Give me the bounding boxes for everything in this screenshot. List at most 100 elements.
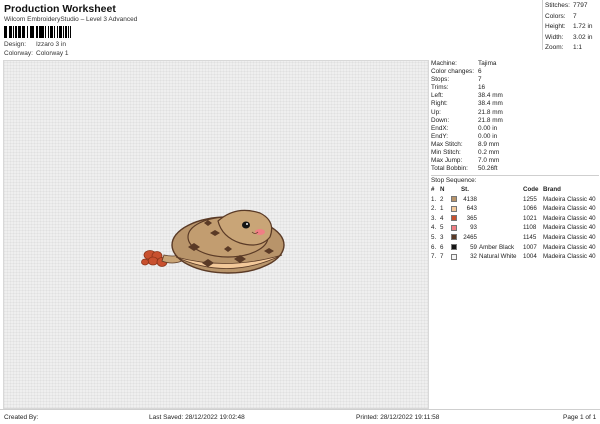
table-row: 4. 5 93 1108 Madeira Classic 40 [431, 223, 599, 233]
design-preview [3, 60, 429, 409]
stat-value: 7797 [573, 2, 588, 9]
col-num: # [431, 186, 435, 194]
info-label: Up: [431, 108, 441, 116]
cell-brand: Madeira Classic 40 [543, 214, 596, 222]
design-value: Izzaro 3 in [36, 41, 66, 48]
info-label: Min Stitch: [431, 149, 461, 157]
stat-label: Width: [545, 33, 564, 41]
cell-code: 1108 [523, 224, 537, 232]
cell-code: 1007 [523, 243, 537, 251]
stop-sequence-table: # N St. Code Brand 1. 2 4138 1255 Madeira Cl… [431, 185, 599, 261]
col-brand: Brand [543, 186, 561, 194]
cell-name: Natural White [479, 253, 517, 261]
cell-stitches: 4138 [463, 195, 477, 203]
info-value: 8.9 mm [478, 140, 500, 148]
cell-swatch [451, 242, 461, 252]
page-title: Production Worksheet [4, 3, 116, 15]
cell-swatch [451, 252, 461, 262]
col-name [479, 185, 523, 194]
cell-swatch [451, 214, 461, 224]
cell-needle: 1 [440, 205, 444, 213]
cell-code: 1004 [523, 253, 537, 261]
stat-label: Stitches: [545, 2, 570, 9]
color-swatch [451, 215, 457, 222]
design-name-row: Design: Izzaro 3 in [4, 41, 66, 48]
stat-value: 1:1 [573, 44, 583, 51]
cell-brand: Madeira Classic 40 [543, 253, 596, 261]
snake-design-image [141, 209, 285, 274]
printed-date: Printed: 28/12/2022 19:11:58 [356, 414, 440, 421]
color-swatch [451, 234, 457, 241]
info-row: Right: 38.4 mm [431, 100, 599, 108]
color-swatch [451, 205, 457, 212]
stat-value: 1.72 in [573, 23, 593, 30]
info-label: Trims: [431, 84, 449, 92]
table-row: 2. 1 643 1066 Madeira Classic 40 [431, 204, 599, 214]
worksheet-footer: Created By: Last Saved: 28/12/2022 19:02… [0, 409, 600, 424]
design-label: Design: [4, 41, 27, 48]
cell-num: 5. [431, 233, 437, 241]
info-row: Trims: 16 [431, 84, 599, 92]
cell-name [479, 204, 523, 214]
info-label: EndX: [431, 124, 449, 132]
stat-label: Zoom: [545, 44, 564, 51]
cell-num: 1. [431, 195, 437, 203]
table-row: 1. 2 4138 1255 Madeira Classic 40 [431, 194, 599, 204]
col-code: Code [523, 186, 539, 194]
table-row: 5. 3 2465 1145 Madeira Classic 40 [431, 233, 599, 243]
page-number: Page 1 of 1 [563, 414, 597, 421]
cell-brand: Madeira Classic 40 [543, 233, 596, 241]
cell-stitches: 2465 [463, 233, 477, 241]
col-stitches: St. [461, 186, 469, 194]
info-row: Max Stitch: 8.9 mm [431, 141, 599, 149]
cell-name [479, 194, 523, 204]
cell-num: 7. [431, 253, 437, 261]
worksheet-header: Production Worksheet Wilcom EmbroiderySt… [0, 0, 600, 59]
cell-brand: Madeira Classic 40 [543, 243, 596, 251]
info-value: 7.0 mm [478, 157, 500, 165]
info-label: Max Stitch: [431, 140, 463, 148]
cell-name [479, 214, 523, 224]
cell-num: 6. [431, 243, 437, 251]
colorway-value: Colorway 1 [36, 50, 69, 57]
stat-row: Height: 1.72 in [545, 23, 599, 34]
stat-label: Height: [545, 23, 566, 30]
info-row: EndY: 0.00 in [431, 133, 599, 141]
stat-value: 7 [573, 12, 577, 20]
stat-row: Stitches: 7797 [545, 2, 599, 13]
machine-info-panel: Machine: Tajima Color changes: 6 Stops: 7 T… [431, 60, 599, 261]
cell-name: Amber Black [479, 243, 515, 251]
info-value: 21.8 mm [478, 116, 503, 124]
color-swatch [451, 195, 457, 202]
cell-needle: 3 [440, 233, 444, 241]
cell-name [479, 223, 523, 233]
info-value: 21.8 mm [478, 108, 503, 116]
col-swatch [451, 185, 461, 194]
info-row: Max Jump: 7.0 mm [431, 157, 599, 165]
cell-swatch [451, 223, 461, 233]
cell-num: 2. [431, 205, 437, 213]
cell-stitches: 93 [470, 224, 477, 232]
table-row: 6. 6 59 Amber Black 1007 Madeira Classic 40 [431, 242, 599, 252]
software-name: Wilcom EmbroideryStudio – Level 3 Advanc… [4, 16, 138, 23]
info-row: Up: 21.8 mm [431, 109, 599, 117]
cell-swatch [451, 233, 461, 243]
info-value: 38.4 mm [478, 92, 503, 100]
cell-code: 1145 [523, 233, 537, 241]
info-row: Machine: Tajima [431, 60, 599, 68]
cell-needle: 2 [440, 195, 444, 203]
color-swatch [451, 253, 457, 260]
info-value: 0.2 mm [478, 149, 500, 157]
stat-label: Colors: [545, 12, 566, 20]
cell-code: 1066 [523, 205, 537, 213]
stat-row: Zoom: 1:1 [545, 44, 599, 55]
info-value: Tajima [478, 60, 497, 67]
cell-num: 4. [431, 224, 437, 232]
color-swatch [451, 224, 457, 231]
cell-num: 3. [431, 214, 437, 222]
colorway-label: Colorway: [4, 50, 33, 57]
color-swatch [451, 243, 457, 250]
info-label: Total Bobbin: [431, 165, 468, 173]
cell-brand: Madeira Classic 40 [543, 205, 596, 213]
info-label: EndY: [431, 132, 449, 140]
